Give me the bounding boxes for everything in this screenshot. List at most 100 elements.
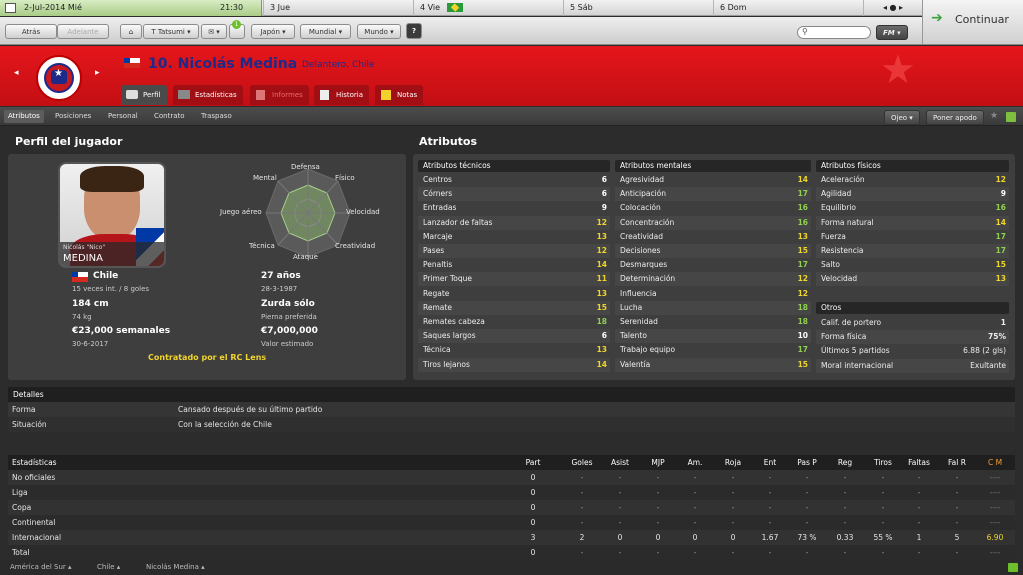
subnav-atributos[interactable]: Atributos xyxy=(4,110,44,123)
crumb-region[interactable]: América del Sur ▴ xyxy=(10,563,72,571)
nickname-button[interactable]: Poner apodo xyxy=(926,110,984,125)
day-cell[interactable]: 5 Sáb xyxy=(563,0,713,16)
attribute-row[interactable]: Remates cabeza 18 xyxy=(418,315,610,329)
attribute-value: 6.88 (2 gls) xyxy=(963,346,1006,356)
stats-column-header[interactable]: Fal R xyxy=(942,455,972,470)
stats-column-header[interactable]: Tiros xyxy=(868,455,898,470)
scout-button[interactable]: Ojeo ▾ xyxy=(884,110,920,125)
crumb-nation[interactable]: Chile ▴ xyxy=(97,563,120,571)
tab-perfil[interactable]: Perfil xyxy=(121,85,167,105)
stats-column-header[interactable]: Asist xyxy=(605,455,635,470)
stats-column-header[interactable]: Roja xyxy=(718,455,748,470)
subnav-contrato[interactable]: Contrato xyxy=(150,110,189,123)
tab-estadisticas[interactable]: Estadísticas xyxy=(173,85,243,105)
attribute-row[interactable]: Lanzador de faltas 12 xyxy=(418,215,610,230)
photo-caption-small: Nicolás "Nico" xyxy=(63,244,106,251)
attribute-row[interactable]: Regate 13 xyxy=(418,287,610,301)
day-cell[interactable]: 6 Dom xyxy=(713,0,863,16)
attribute-row[interactable]: Remate 15 xyxy=(418,300,610,315)
menu-mundo[interactable]: Mundo ▾ xyxy=(357,24,401,39)
attribute-row[interactable]: Serenidad 18 xyxy=(615,315,811,329)
attribute-row[interactable]: Córners 6 xyxy=(418,187,610,202)
prev-arrow-icon[interactable]: ◂ xyxy=(14,68,19,78)
attribute-row[interactable]: Saques largos 6 xyxy=(418,329,610,344)
attribute-value: 17 xyxy=(995,231,1006,241)
attribute-row[interactable]: Concentración 16 xyxy=(615,215,811,230)
attribute-row[interactable]: Resistencia 17 xyxy=(816,244,1009,258)
contract-note[interactable]: Contratado por el RC Lens xyxy=(148,353,266,362)
attribute-row[interactable]: Tiros lejanos 14 xyxy=(418,357,610,372)
crumb-player[interactable]: Nicolás Medina ▴ xyxy=(146,563,205,571)
attribute-row[interactable]: Trabajo equipo 17 xyxy=(615,343,811,357)
stats-column-header[interactable]: Am. xyxy=(680,455,710,470)
attribute-row[interactable]: Forma física 75% xyxy=(816,330,1009,345)
attribute-row[interactable]: Marcaje 13 xyxy=(418,230,610,244)
continue-button[interactable]: ➔ Continuar xyxy=(922,0,1023,45)
attribute-row[interactable]: Penaltis 14 xyxy=(418,258,610,272)
attribute-row[interactable]: Centros 6 xyxy=(418,173,610,187)
stats-column-header[interactable]: Reg xyxy=(830,455,860,470)
attribute-row[interactable]: Desmarques 17 xyxy=(615,258,811,272)
attribute-row[interactable]: Colocación 16 xyxy=(615,201,811,215)
attribute-row[interactable]: Calif. de portero 1 xyxy=(816,316,1009,330)
attribute-row[interactable]: Anticipación 17 xyxy=(615,187,811,202)
attribute-row[interactable]: Primer Toque 11 xyxy=(418,272,610,287)
stats-column-header[interactable]: Faltas xyxy=(904,455,934,470)
attribute-row[interactable]: Velocidad 13 xyxy=(816,272,1009,287)
tab-notas[interactable]: Notas xyxy=(375,85,424,105)
stats-column-header[interactable]: Part xyxy=(518,455,548,470)
search-input[interactable]: ⚲ xyxy=(797,26,871,39)
attribute-row[interactable]: Salto 15 xyxy=(816,258,1009,272)
stats-column-header[interactable]: C M xyxy=(980,455,1010,470)
attribute-row[interactable]: Aceleración 12 xyxy=(816,173,1009,187)
attribute-row[interactable]: Determinación 12 xyxy=(615,272,811,287)
nation[interactable]: Chile xyxy=(93,271,118,281)
stats-cell: - xyxy=(656,518,660,527)
stats-row: Total 0- - - - - - - - - - - ---- xyxy=(8,545,1015,560)
subnav-personal[interactable]: Personal xyxy=(104,110,142,123)
stats-column-header[interactable]: Ent xyxy=(755,455,785,470)
attribute-row[interactable]: Forma natural 14 xyxy=(816,215,1009,230)
day-cell[interactable]: 4 Vie xyxy=(413,0,563,16)
attribute-row[interactable]: Talento 10 xyxy=(615,329,811,344)
attribute-row[interactable]: Moral internacional Exultante xyxy=(816,358,1009,373)
attribute-row[interactable]: Agresividad 14 xyxy=(615,173,811,187)
back-button[interactable]: Atrás xyxy=(5,24,57,39)
fm-menu-button[interactable]: FM ▾ xyxy=(876,25,908,40)
star-icon[interactable]: ★ xyxy=(990,111,998,121)
home-button[interactable]: ⌂ xyxy=(120,24,142,39)
attribute-name: Entradas xyxy=(423,203,457,213)
tab-informes[interactable]: Informes xyxy=(250,85,309,105)
forward-button[interactable]: Adelante xyxy=(57,24,109,39)
attribute-row[interactable]: Técnica 13 xyxy=(418,343,610,357)
attribute-row[interactable]: Entradas 9 xyxy=(418,201,610,215)
attribute-row[interactable]: Lucha 18 xyxy=(615,300,811,315)
attribute-row[interactable]: Creatividad 13 xyxy=(615,230,811,244)
manager-menu[interactable]: T Tatsumi ▾ xyxy=(143,24,199,39)
attribute-row[interactable]: Influencia 12 xyxy=(615,287,811,301)
attribute-row[interactable]: Valentía 15 xyxy=(615,357,811,372)
menu-mundial[interactable]: Mundial ▾ xyxy=(300,24,351,39)
attribute-row[interactable]: Últimos 5 partidos 6.88 (2 gls) xyxy=(816,344,1009,358)
help-button[interactable]: ? xyxy=(406,23,422,39)
attribute-row[interactable]: Equilibrio 16 xyxy=(816,201,1009,215)
subnav-posiciones[interactable]: Posiciones xyxy=(51,110,95,123)
attribute-row[interactable]: Pases 12 xyxy=(418,244,610,258)
attribute-row[interactable]: Fuerza 17 xyxy=(816,230,1009,244)
next-arrow-icon[interactable]: ▸ xyxy=(95,68,100,78)
calendar-arrows[interactable]: ◂ ● ▸ xyxy=(863,0,922,16)
stats-row-label: No oficiales xyxy=(12,473,56,482)
day-cell[interactable]: 3 Jue xyxy=(263,0,413,16)
menu-japon[interactable]: Japón ▾ xyxy=(251,24,295,39)
inbox-button[interactable]: ✉ ▾ xyxy=(201,24,227,39)
status-icon[interactable] xyxy=(1008,563,1018,572)
stats-column-header[interactable]: Pas P xyxy=(792,455,822,470)
attribute-row[interactable]: Agilidad 9 xyxy=(816,187,1009,202)
current-date-cell[interactable]: 2-Jul-2014 Mié 21:30 xyxy=(0,0,262,16)
tab-historia[interactable]: Historia xyxy=(314,85,369,105)
stats-column-header[interactable]: MJP xyxy=(643,455,673,470)
subnav-traspaso[interactable]: Traspaso xyxy=(197,110,236,123)
edit-icon[interactable] xyxy=(1006,112,1016,122)
stats-column-header[interactable]: Goles xyxy=(567,455,597,470)
attribute-row[interactable]: Decisiones 15 xyxy=(615,244,811,258)
